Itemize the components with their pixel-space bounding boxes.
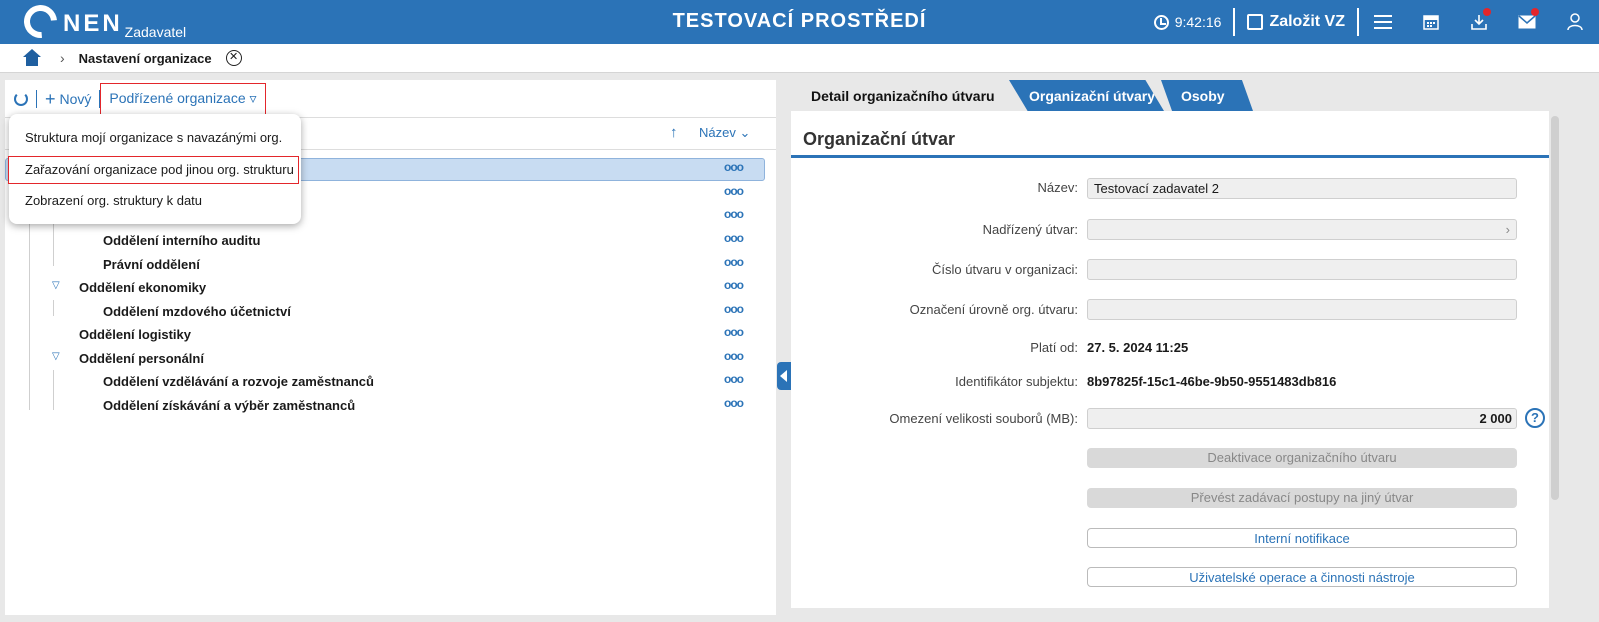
- row-more-icon[interactable]: ooo: [724, 255, 744, 269]
- detail-scrollbar[interactable]: [1551, 116, 1559, 500]
- hamburger-icon: [1374, 15, 1392, 29]
- user-icon: [1567, 13, 1583, 31]
- clock-time: 9:42:16: [1174, 14, 1222, 30]
- mail-icon: [1518, 15, 1536, 29]
- download-icon: [1471, 15, 1487, 30]
- detail-content: Organizační útvar Název: Testovací zadav…: [791, 111, 1549, 608]
- detail-panel: Detail organizačního útvaru Organizační …: [791, 80, 1558, 608]
- sort-ascending-icon[interactable]: ↑: [670, 124, 678, 141]
- tree-row[interactable]: Oddělení získávání a výběr zaměstnanců o…: [5, 394, 776, 417]
- row-more-icon[interactable]: ooo: [724, 207, 744, 221]
- parent-unit-field[interactable]: ›: [1087, 219, 1517, 240]
- row-more-icon[interactable]: ooo: [724, 160, 744, 174]
- tree-row-label: Oddělení mzdového účetnictví: [103, 304, 291, 319]
- row-more-icon[interactable]: ooo: [724, 396, 744, 410]
- name-field[interactable]: Testovací zadavatel 2: [1087, 178, 1517, 199]
- tab-persons[interactable]: Osoby: [1161, 80, 1253, 111]
- tree-row[interactable]: Oddělení interního auditu ooo: [5, 229, 776, 252]
- breadcrumb: › Nastavení organizace ✕: [0, 44, 1599, 73]
- tree-row-label: Oddělení ekonomiky: [79, 280, 207, 295]
- row-more-icon[interactable]: ooo: [724, 325, 744, 339]
- tree-row-label: Oddělení logistiky: [79, 327, 191, 342]
- home-icon[interactable]: [22, 49, 42, 67]
- menu-item-structure-by-date[interactable]: Zobrazení org. struktury k datu: [9, 187, 301, 215]
- edit-icon: [1247, 14, 1264, 30]
- tree-row[interactable]: Oddělení logistiky ooo: [5, 323, 776, 346]
- sort-by-name-button[interactable]: Název ⌄: [699, 125, 750, 141]
- internal-notifications-button[interactable]: Interní notifikace: [1087, 528, 1517, 548]
- new-button[interactable]: + Nový: [45, 88, 92, 109]
- unit-number-field[interactable]: [1087, 259, 1517, 280]
- tree-row-label: Oddělení interního auditu: [103, 233, 261, 248]
- section-title: Organizační útvar: [803, 129, 956, 149]
- downloads-button[interactable]: [1455, 0, 1503, 44]
- tree-row-label: Oddělení získávání a výběr zaměstnanců: [103, 398, 356, 413]
- refresh-icon[interactable]: [14, 91, 28, 106]
- subject-id-label: Identifikátor subjektu:: [955, 374, 1078, 389]
- create-tender-label: Založit VZ: [1269, 13, 1345, 30]
- file-limit-label: Omezení velikosti souborů (MB):: [889, 411, 1078, 426]
- tree-row-label: Právní oddělení: [103, 257, 200, 272]
- calendar-button[interactable]: [1407, 0, 1455, 44]
- row-more-icon[interactable]: ooo: [724, 372, 744, 386]
- row-more-icon[interactable]: ooo: [724, 231, 744, 245]
- tab-org-units[interactable]: Organizační útvary: [1009, 80, 1164, 111]
- name-label: Název:: [1037, 180, 1078, 195]
- chevron-right-icon: ›: [60, 50, 65, 66]
- collapse-panel-handle[interactable]: [777, 362, 791, 390]
- tree-row[interactable]: Oddělení mzdového účetnictví ooo: [5, 300, 776, 323]
- menu-button[interactable]: [1359, 0, 1407, 44]
- expand-triangle-icon[interactable]: ▽: [52, 280, 60, 291]
- user-button[interactable]: [1551, 0, 1599, 44]
- sub-organizations-button[interactable]: Podřízené organizace ▿: [100, 82, 266, 115]
- file-limit-field[interactable]: 2 000: [1087, 408, 1517, 429]
- subject-id-value: 8b97825f-15c1-46be-9b50-9551483db816: [1087, 374, 1337, 389]
- tree-row[interactable]: ▽ Oddělení personální ooo: [5, 347, 776, 370]
- tree-row-label: Oddělení vzdělávání a rozvoje zaměstnanc…: [103, 374, 374, 389]
- detail-tabs: Detail organizačního útvaru Organizační …: [791, 80, 1558, 111]
- expand-triangle-icon[interactable]: ▽: [52, 351, 60, 362]
- menu-item-structure-with-linked[interactable]: Struktura mojí organizace s navazánými o…: [9, 124, 301, 152]
- notification-dot: [1483, 8, 1491, 16]
- messages-button[interactable]: [1503, 0, 1551, 44]
- valid-from-value: 27. 5. 2024 11:25: [1087, 340, 1189, 355]
- tab-detail[interactable]: Detail organizačního útvaru: [791, 80, 1011, 111]
- row-more-icon[interactable]: ooo: [724, 184, 744, 198]
- deactivate-unit-button[interactable]: Deaktivace organizačního útvaru: [1087, 448, 1517, 468]
- row-more-icon[interactable]: ooo: [724, 349, 744, 363]
- tree-row-label: Oddělení personální: [79, 351, 204, 366]
- tree-row[interactable]: ▽ Oddělení ekonomiky ooo: [5, 276, 776, 299]
- tree-row[interactable]: Oddělení vzdělávání a rozvoje zaměstnanc…: [5, 370, 776, 393]
- unit-level-field[interactable]: [1087, 299, 1517, 320]
- unit-number-label: Číslo útvaru v organizaci:: [932, 262, 1078, 277]
- session-clock: 9:42:16: [1142, 0, 1234, 44]
- new-label: Nový: [59, 90, 92, 107]
- chevron-right-icon: ›: [1505, 222, 1510, 237]
- breadcrumb-current: Nastavení organizace: [78, 50, 212, 66]
- valid-from-label: Platí od:: [1030, 340, 1078, 355]
- help-icon[interactable]: ?: [1525, 408, 1545, 428]
- tree-row[interactable]: Právní oddělení ooo: [5, 253, 776, 276]
- menu-item-assign-under-structure[interactable]: Zařazování organizace pod jinou org. str…: [8, 156, 299, 184]
- divider: [36, 89, 37, 108]
- parent-unit-label: Nadřízený útvar:: [982, 222, 1078, 237]
- create-tender-button[interactable]: Založit VZ: [1235, 0, 1357, 44]
- sub-organizations-menu: Struktura mojí organizace s navazánými o…: [8, 114, 301, 224]
- calendar-icon: [1423, 15, 1439, 30]
- top-bar: NEN Zadavatel TESTOVACÍ PROSTŘEDÍ 9:42:1…: [0, 0, 1599, 45]
- clock-icon: [1153, 14, 1169, 30]
- transfer-procedures-button[interactable]: Převést zadávací postupy na jiný útvar: [1087, 488, 1517, 508]
- notification-dot: [1531, 8, 1539, 16]
- unit-level-label: Označení úrovně org. útvaru:: [909, 302, 1078, 317]
- row-more-icon[interactable]: ooo: [724, 302, 744, 316]
- section-divider: [791, 155, 1549, 158]
- close-tab-icon[interactable]: ✕: [225, 50, 242, 66]
- user-operations-button[interactable]: Uživatelské operace a činnosti nástroje: [1087, 567, 1517, 587]
- row-more-icon[interactable]: ooo: [724, 278, 744, 292]
- tree-toolbar: + Nový Podřízené organizace ▿: [5, 80, 776, 118]
- plus-icon: +: [45, 88, 56, 109]
